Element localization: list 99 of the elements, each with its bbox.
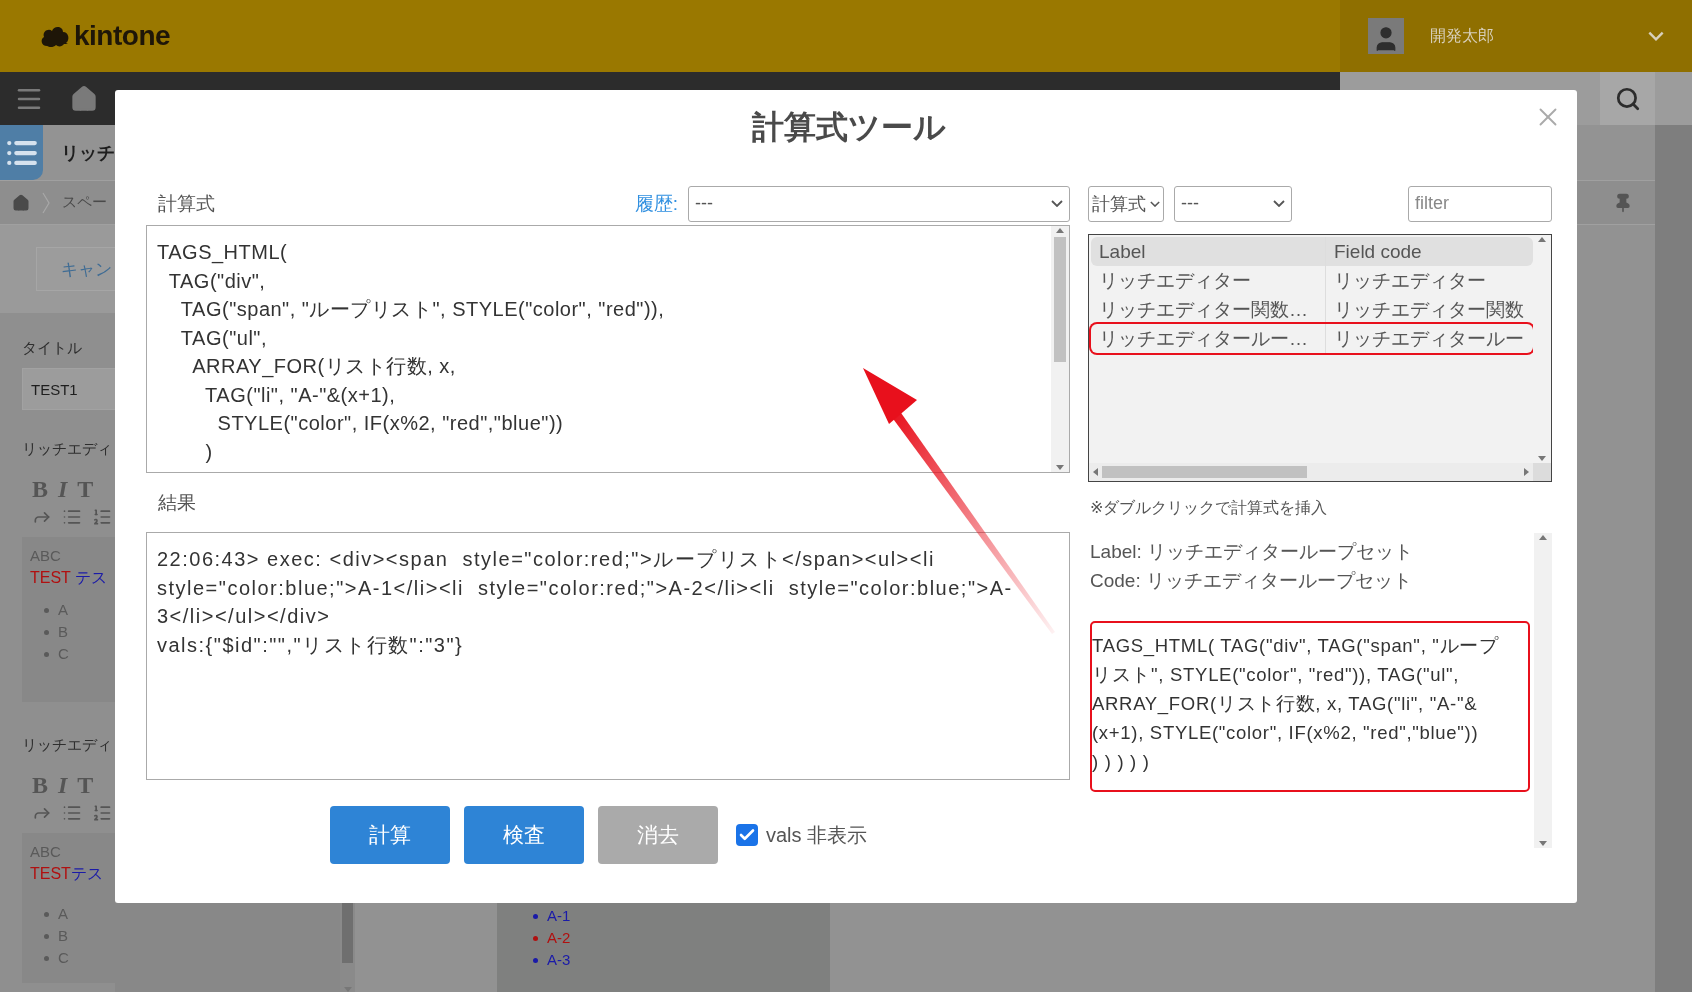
arrow-down-icon[interactable]	[1539, 841, 1547, 846]
table-cell-text: リッチエディター	[1333, 269, 1487, 293]
bullet-icon	[44, 607, 49, 613]
scrollbar-corner	[1533, 463, 1551, 481]
list-item: A-3	[547, 950, 571, 970]
detail-text: Code: リッチエディターループセット	[1090, 569, 1413, 593]
numbered-list-icon[interactable]	[92, 507, 112, 527]
section-label: 計算式	[157, 191, 215, 216]
table-cell: リッチエディター	[1091, 266, 1326, 295]
cancel-button[interactable]: キャン	[36, 247, 118, 291]
arrow-left-icon[interactable]	[1093, 468, 1098, 476]
arrow-up-icon[interactable]	[1539, 535, 1547, 540]
result-line: 3</li></ul></div>	[157, 604, 332, 629]
bullet-icon	[44, 955, 49, 961]
formula-line: リスト", STYLE("color", "red")), TAG("ul",	[1092, 663, 1461, 687]
editor-text: TEST	[30, 569, 71, 586]
hint-text: ※ダブルクリックで計算式を挿入	[1090, 498, 1329, 518]
formula-line: (x+1), STYLE("color", IF(x%2, "red","blue"))	[1092, 721, 1480, 745]
chevron-down-icon	[1150, 200, 1160, 207]
bullet-icon	[44, 933, 49, 939]
list-item: A-2	[547, 928, 571, 948]
bullet-icon	[44, 911, 49, 917]
scrollbar-thumb[interactable]	[342, 903, 353, 963]
bullet-icon	[44, 651, 49, 657]
breadcrumb-link[interactable]: スペー	[62, 193, 107, 212]
calculate-button[interactable]: 計算	[330, 806, 450, 864]
table-cell: リッチエディタールー…	[1091, 324, 1326, 353]
search-button[interactable]	[1600, 72, 1655, 125]
table-cell: リッチエディター関数…	[1091, 295, 1326, 324]
italic-button[interactable]: I	[58, 773, 68, 797]
column-header: Field code	[1333, 240, 1423, 264]
bold-button[interactable]: B	[32, 773, 48, 797]
arrow-up-icon[interactable]	[1538, 237, 1546, 242]
table-cell-text: リッチエディタールー	[1333, 327, 1525, 351]
user-name: 開発太郎	[1430, 25, 1495, 46]
title-input-field[interactable]: TEST1	[22, 368, 115, 410]
bold-button[interactable]: B	[32, 477, 48, 501]
editor-text: テス	[75, 569, 108, 586]
italic-button[interactable]: I	[58, 477, 68, 501]
field-label: リッチエディ	[22, 440, 113, 459]
detail-text: Label: リッチエディターループセット	[1090, 540, 1415, 564]
dialog-title: 計算式ツール	[752, 108, 946, 147]
code-line: TAG("div",	[167, 268, 267, 294]
table-row[interactable]: リッチエディタールー… リッチエディタールー	[1091, 324, 1533, 353]
cloud-logo-icon	[40, 24, 70, 48]
home-icon[interactable]	[12, 193, 30, 212]
code-line: TAG("ul",	[179, 325, 268, 351]
arrow-down-icon[interactable]	[1538, 456, 1546, 461]
code-line: TAG("li", "A-"&(x+1),	[204, 382, 397, 408]
formula-line: ) ) ) ) )	[1092, 750, 1151, 774]
code-line: )	[204, 439, 214, 465]
table-row[interactable]: リッチエディター関数… リッチエディター関数	[1091, 295, 1533, 324]
field-label: リッチエディ	[22, 736, 113, 755]
text-button[interactable]: T	[77, 773, 94, 797]
arrow-down-icon[interactable]	[1056, 465, 1064, 470]
pin-icon[interactable]	[1613, 192, 1633, 213]
result-line: vals:{"$id":"","リスト行数":"3"}	[157, 632, 465, 658]
text-button[interactable]: T	[77, 477, 94, 501]
type-select[interactable]: 計算式	[1088, 185, 1164, 222]
app-list-icon[interactable]	[0, 125, 43, 180]
field-label: タイトル	[22, 339, 83, 358]
list-item: A-1	[547, 906, 571, 926]
breadcrumb-separator-icon	[42, 191, 50, 214]
search-icon	[1614, 85, 1641, 112]
home-icon[interactable]	[70, 84, 98, 113]
chevron-down-icon	[1051, 200, 1063, 207]
table-cell-text: リッチエディター関数	[1333, 298, 1525, 322]
scrollbar-thumb[interactable]	[1102, 466, 1307, 478]
history-select[interactable]: ---	[688, 185, 1070, 222]
check-button[interactable]: 検査	[464, 806, 584, 864]
section-label: 結果	[157, 490, 196, 515]
logo-text: kintone	[74, 20, 171, 52]
formula-line: ARRAY_FOR(リスト行数, x, TAG("li", "A-"&	[1092, 692, 1479, 717]
bullet-icon	[44, 629, 49, 635]
bullet-list-icon[interactable]	[62, 507, 82, 527]
arrow-up-icon[interactable]	[1056, 228, 1064, 233]
bullet-list-icon[interactable]	[62, 803, 82, 823]
checkbox-label: vals 非表示	[766, 822, 868, 848]
numbered-list-icon[interactable]	[92, 803, 112, 823]
table-row[interactable]: リッチエディター リッチエディター	[1091, 266, 1533, 295]
result-line: 22:06:43> exec: <div><span style="color:red;">ループリスト</span><ul><li	[157, 547, 936, 572]
editor-text: TEST	[30, 865, 71, 882]
scrollbar-thumb[interactable]	[1054, 237, 1066, 362]
app-title: リッチ	[61, 141, 115, 165]
history-label: 履歴:	[634, 191, 678, 216]
chevron-down-icon	[1648, 31, 1664, 41]
code-line: TAG("span", "ループリスト", STYLE("color", "red")),	[179, 297, 666, 322]
arrow-right-icon[interactable]	[1524, 468, 1529, 476]
result-line: style="color:blue;">A-1</li><li style="color:red;">A-2</li><li style="color:blue;">A-	[157, 575, 1014, 601]
chevron-down-icon	[1273, 200, 1285, 207]
column-header: Label	[1091, 237, 1326, 266]
checkbox[interactable]	[736, 824, 758, 846]
field-select[interactable]: ---	[1174, 185, 1292, 222]
code-line: ARRAY_FOR(リスト行数, x,	[191, 354, 457, 380]
filter-input-field[interactable]: filter	[1408, 185, 1552, 222]
formula-line: TAGS_HTML( TAG("div", TAG("span", "ループ	[1092, 634, 1500, 659]
editor-text: テス	[70, 865, 103, 882]
code-line: TAGS_HTML(	[157, 240, 289, 266]
code-line: STYLE("color", IF(x%2, "red","blue"))	[216, 411, 565, 436]
